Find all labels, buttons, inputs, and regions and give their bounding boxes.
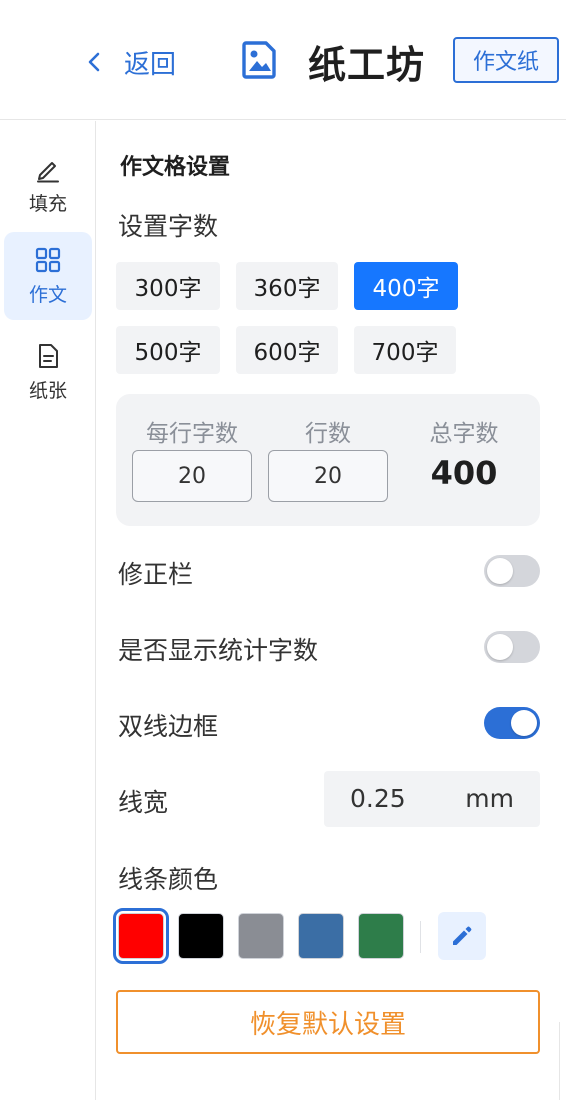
edge-divider <box>559 1022 560 1100</box>
sidebar: 填充 作文 纸张 <box>0 121 96 1100</box>
total-value: 400 <box>430 454 498 492</box>
double-border-label: 双线边框 <box>118 712 219 741</box>
app-title: 纸工坊 <box>308 43 426 87</box>
document-icon <box>34 342 62 370</box>
color-swatch-blue[interactable] <box>298 913 344 959</box>
line-width-value: 0.25 <box>350 784 406 813</box>
double-border-toggle[interactable] <box>484 707 540 739</box>
sidebar-item-label: 纸张 <box>28 379 67 402</box>
correction-bar-label: 修正栏 <box>118 560 194 589</box>
back-button[interactable]: 返回 <box>80 40 176 84</box>
back-label: 返回 <box>124 49 177 80</box>
sidebar-item-paper[interactable]: 纸张 <box>4 328 92 416</box>
word-count-label: 设置字数 <box>118 212 219 241</box>
word-count-300[interactable]: 300字 <box>116 262 220 310</box>
settings-panel: 作文格设置 设置字数 300字 360字 400字 500字 600字 700字… <box>96 121 566 1100</box>
word-count-400[interactable]: 400字 <box>354 262 458 310</box>
swatch-divider <box>420 921 421 953</box>
pencil-edit-icon <box>453 926 472 945</box>
word-count-600[interactable]: 600字 <box>236 326 338 374</box>
toggle-knob <box>511 710 537 736</box>
custom-color-button[interactable] <box>438 912 486 960</box>
reset-defaults-button[interactable]: 恢复默认设置 <box>116 990 540 1054</box>
word-count-360[interactable]: 360字 <box>236 262 338 310</box>
sidebar-item-fill[interactable]: 填充 <box>4 141 92 229</box>
rows-input[interactable] <box>268 450 388 502</box>
image-file-icon <box>240 40 280 80</box>
total-label: 总字数 <box>429 421 499 447</box>
line-width-unit: mm <box>465 784 514 813</box>
word-count-500[interactable]: 500字 <box>116 326 220 374</box>
chevron-left-icon <box>80 47 110 77</box>
toggle-knob <box>487 558 513 584</box>
per-row-label: 每行字数 <box>146 421 238 447</box>
show-count-toggle[interactable] <box>484 631 540 663</box>
toggle-knob <box>487 634 513 660</box>
section-title: 作文格设置 <box>120 155 231 180</box>
per-row-input[interactable] <box>132 450 252 502</box>
line-color-label: 线条颜色 <box>118 865 219 894</box>
line-width-label: 线宽 <box>118 788 169 817</box>
pencil-icon <box>34 155 62 183</box>
sidebar-item-composition[interactable]: 作文 <box>4 232 92 320</box>
sidebar-item-label: 作文 <box>28 283 67 306</box>
grid-icon <box>34 246 62 274</box>
rows-label: 行数 <box>305 421 351 447</box>
color-swatch-gray[interactable] <box>238 913 284 959</box>
word-count-700[interactable]: 700字 <box>354 326 456 374</box>
color-swatch-green[interactable] <box>358 913 404 959</box>
grid-size-box: 每行字数 行数 总字数 400 <box>116 394 540 526</box>
sidebar-item-label: 填充 <box>28 192 67 215</box>
mode-badge[interactable]: 作文纸 <box>453 37 559 83</box>
app-header: 返回 纸工坊 作文纸 <box>0 0 566 120</box>
color-swatch-red[interactable] <box>113 908 169 964</box>
correction-bar-toggle[interactable] <box>484 555 540 587</box>
color-swatch-black[interactable] <box>178 913 224 959</box>
line-width-input[interactable]: 0.25 mm <box>324 771 540 827</box>
show-count-label: 是否显示统计字数 <box>118 636 319 665</box>
